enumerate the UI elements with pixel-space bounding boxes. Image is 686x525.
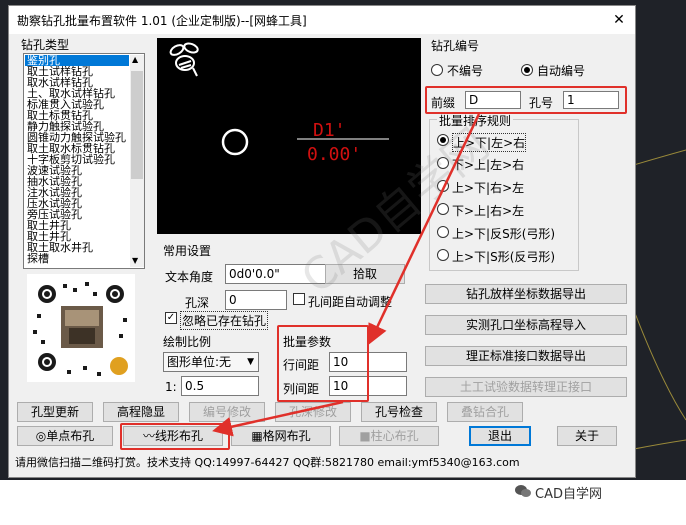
annotation-arrows <box>212 113 481 437</box>
wechat-icon <box>515 485 531 497</box>
page-watermark: CAD自学网 <box>535 487 602 502</box>
main-dialog: 勘察钻孔批量布置软件 1.01 (企业定制版)--[网蜂工具] ✕ 钻孔类型 鉴… <box>8 5 636 478</box>
